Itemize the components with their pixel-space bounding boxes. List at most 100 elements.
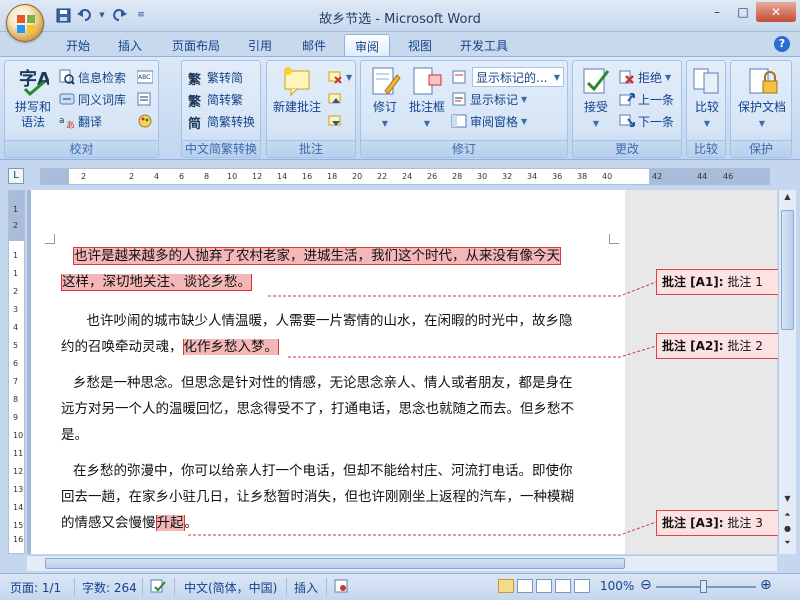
zoom-out-icon[interactable]: ⊖ xyxy=(640,577,652,593)
horizontal-scroll-thumb[interactable] xyxy=(45,558,625,569)
zoom-slider-thumb[interactable] xyxy=(700,580,707,593)
crop-mark xyxy=(45,234,55,244)
tab-home[interactable]: 开始 xyxy=(56,34,100,56)
word-count[interactable]: 字数: 264 xyxy=(82,579,137,596)
previous-comment-icon xyxy=(328,93,341,104)
previous-change-button[interactable]: 上一条 xyxy=(619,89,674,109)
previous-comment-button[interactable] xyxy=(327,89,343,109)
help-icon[interactable]: ? xyxy=(774,36,790,52)
language-status[interactable]: 中文(简体，中国) xyxy=(184,579,277,596)
traditional-to-simplified-button[interactable]: 繁 繁转简 xyxy=(188,67,243,89)
vertical-scroll-thumb[interactable] xyxy=(781,210,794,330)
trad-to-simp-icon: 繁 xyxy=(188,73,202,88)
balloons-button[interactable]: 批注框 ▼ xyxy=(407,65,447,131)
reviewing-pane-button[interactable]: 审阅窗格 ▼ xyxy=(451,111,527,131)
comment-range-a3[interactable]: 升起 xyxy=(155,515,185,531)
maximize-button[interactable]: □ xyxy=(730,2,756,22)
tab-view[interactable]: 视图 xyxy=(398,34,442,56)
outline-view-icon[interactable] xyxy=(555,579,571,593)
next-change-button[interactable]: 下一条 xyxy=(619,111,674,131)
paragraph-4-line3-end: 。 xyxy=(184,515,199,531)
comment-range-a1-line1[interactable]: 也许是越来越多的人抛弃了农村老家，进城生活，我们这个时代，从来没有像今天 xyxy=(73,247,561,265)
close-button[interactable]: ✕ xyxy=(756,2,796,22)
comment-balloon-a3[interactable]: 批注 [A3]: 批注 3 xyxy=(656,510,778,536)
tab-selector[interactable]: L xyxy=(8,168,24,184)
reviewing-pane-label: 审阅窗格 xyxy=(470,114,519,129)
macro-record-icon[interactable] xyxy=(334,579,348,596)
comment-a1-tag: 批注 [A1]: xyxy=(662,275,724,289)
select-browse-object-icon[interactable]: ● xyxy=(781,524,794,538)
proofing-status-icon[interactable] xyxy=(150,579,166,596)
previous-change-icon xyxy=(619,93,635,106)
zoom-in-icon[interactable]: ⊕ xyxy=(760,577,772,593)
comment-a3-text: 批注 3 xyxy=(723,516,763,530)
next-comment-button[interactable] xyxy=(327,111,343,131)
simp-to-trad-label: 简转繁 xyxy=(207,92,244,107)
full-screen-reading-icon[interactable] xyxy=(517,579,533,593)
delete-comment-button[interactable]: ▼ xyxy=(327,67,352,87)
show-markup-button[interactable]: 显示标记 ▼ xyxy=(451,89,527,109)
word-count-button[interactable]: ABC xyxy=(137,67,153,87)
show-markup-label: 显示标记 xyxy=(470,92,519,107)
ruler-tick: 1 xyxy=(13,251,19,260)
scroll-up-icon[interactable]: ▲ xyxy=(781,192,794,206)
markup-pane xyxy=(625,190,777,554)
tab-developer[interactable]: 开发工具 xyxy=(450,34,518,56)
display-for-review-combo[interactable]: 显示标记的... ▼ xyxy=(472,67,564,87)
tab-insert[interactable]: 插入 xyxy=(108,34,152,56)
draft-view-icon[interactable] xyxy=(574,579,590,593)
page-count[interactable]: 页面: 1/1 xyxy=(10,579,61,596)
ruler-tick: 32 xyxy=(502,172,513,181)
paragraph-2[interactable]: 也许吵闹的城市缺少人情温暖，人需要一片寄情的山水，在闲暇的时光中，故乡隐 约的召… xyxy=(61,308,621,360)
vertical-ruler[interactable]: 1 2 1 1 2 3 4 5 6 7 8 9 10 11 12 13 14 1… xyxy=(8,190,25,554)
wordcount-alt-button[interactable] xyxy=(137,111,153,131)
delete-comment-icon xyxy=(328,71,342,84)
reject-button[interactable]: 拒绝 ▼ xyxy=(619,67,671,87)
tab-page-layout[interactable]: 页面布局 xyxy=(162,34,230,56)
group-chinese-conversion: 繁 繁转简 繁 简转繁 简 简繁转换 中文简繁转换 xyxy=(181,60,261,158)
web-layout-icon[interactable] xyxy=(536,579,552,593)
previous-page-icon[interactable]: ⏶ xyxy=(781,510,794,524)
set-language-button[interactable] xyxy=(137,89,153,109)
thesaurus-button[interactable]: 同义词库 xyxy=(59,89,126,109)
comment-range-a1-line2[interactable]: 这样，深切地关注、谈论乡愁。 xyxy=(61,274,252,291)
office-button[interactable] xyxy=(6,4,44,42)
chinese-conversion-button[interactable]: 简 简繁转换 xyxy=(188,111,255,133)
balloons-label: 批注框 ▼ xyxy=(408,100,445,128)
vertical-scrollbar[interactable]: ▲ ▼ ⏶ ● ⏷ xyxy=(778,190,796,554)
tab-review[interactable]: 审阅 xyxy=(344,34,391,56)
ruler-tick: 12 xyxy=(252,172,263,181)
title-bar: ▼ ≡ 故乡节选 - Microsoft Word – □ ✕ xyxy=(0,0,800,32)
document-page[interactable]: 也许是越来越多的人抛弃了农村老家，进城生活，我们这个时代，从来没有像今天 这样，… xyxy=(31,190,625,554)
track-changes-button[interactable]: 修订 ▼ xyxy=(365,65,405,131)
paragraph-3[interactable]: 乡愁是一种思念。但思念是针对性的情感，无论思念亲人、情人或者朋友，都是身在 远方… xyxy=(61,370,621,448)
ruler-tick: 1 xyxy=(13,269,19,278)
next-comment-icon xyxy=(328,115,341,126)
paragraph-4-line1: 在乡愁的弥漫中，你可以给亲人打一个电话，但却不能给村庄、河流打电话。即使你 xyxy=(73,463,573,479)
comment-balloon-a1[interactable]: 批注 [A1]: 批注 1 xyxy=(656,269,778,295)
minimize-button[interactable]: – xyxy=(704,2,730,22)
new-comment-button[interactable]: 新建批注 xyxy=(271,65,323,115)
translate-button[interactable]: aあ 翻译 xyxy=(59,111,102,131)
print-layout-view-icon[interactable] xyxy=(498,579,514,593)
tab-references[interactable]: 引用 xyxy=(238,34,282,56)
display-review-icon xyxy=(452,70,466,84)
comment-range-a2[interactable]: 化作乡愁入梦。 xyxy=(182,339,279,355)
horizontal-ruler[interactable]: 2 2 4 6 8 10 12 14 16 18 20 22 24 26 28 … xyxy=(40,168,770,185)
zoom-level[interactable]: 100% xyxy=(600,579,634,593)
spelling-grammar-button[interactable]: 字A 拼写和 语法 xyxy=(11,65,55,130)
next-page-icon[interactable]: ⏷ xyxy=(781,538,794,552)
comment-balloon-a2[interactable]: 批注 [A2]: 批注 2 xyxy=(656,333,778,359)
insert-mode[interactable]: 插入 xyxy=(294,579,318,596)
paragraph-1[interactable]: 也许是越来越多的人抛弃了农村老家，进城生活，我们这个时代，从来没有像今天 这样，… xyxy=(61,243,621,295)
protect-document-button[interactable]: 保护文档 ▼ xyxy=(733,65,791,131)
compare-button[interactable]: 比较 ▼ xyxy=(689,65,725,131)
paragraph-4[interactable]: 在乡愁的弥漫中，你可以给亲人打一个电话，但却不能给村庄、河流打电话。即使你 回去… xyxy=(61,458,621,536)
horizontal-scrollbar[interactable] xyxy=(27,555,777,571)
scroll-down-icon[interactable]: ▼ xyxy=(781,494,794,508)
research-button[interactable]: 信息检索 xyxy=(59,67,126,87)
accept-button[interactable]: 接受 ▼ xyxy=(577,65,615,131)
tab-mailings[interactable]: 邮件 xyxy=(292,34,336,56)
simplified-to-traditional-button[interactable]: 繁 简转繁 xyxy=(188,89,244,111)
group-changes-name: 更改 xyxy=(573,140,681,157)
